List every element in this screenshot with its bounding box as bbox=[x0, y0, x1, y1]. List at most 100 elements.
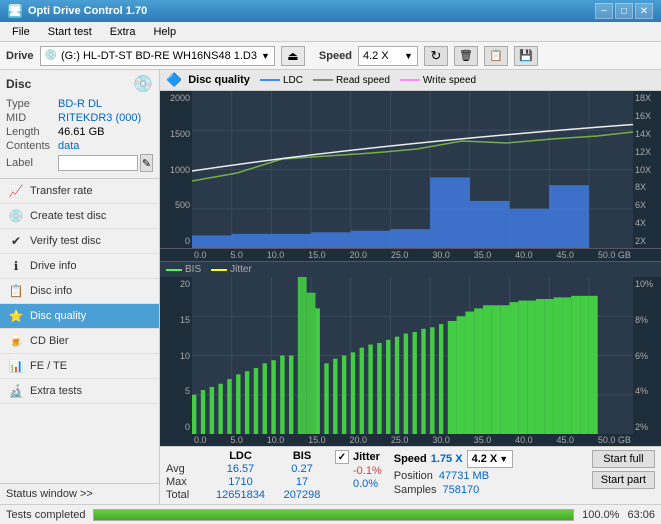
ldc-chart: 2000 1500 1000 500 0 bbox=[160, 91, 661, 249]
bottom-statusbar: Tests completed 100.0% 63:06 bbox=[0, 504, 661, 524]
copy-button[interactable]: 📋 bbox=[484, 46, 508, 66]
legend-write-speed-label: Write speed bbox=[423, 75, 476, 86]
save-button[interactable]: 💾 bbox=[514, 46, 538, 66]
speed-stat-select-value: 4.2 X bbox=[472, 453, 498, 465]
start-part-button[interactable]: Start part bbox=[592, 471, 655, 489]
ldc-x-0: 0.0 bbox=[194, 250, 207, 260]
ldc-x-35: 35.0 bbox=[474, 250, 492, 260]
sidebar-item-extra-tests[interactable]: 🔬 Extra tests bbox=[0, 379, 159, 404]
sidebar-item-disc-quality[interactable]: ⭐ Disc quality bbox=[0, 304, 159, 329]
bis-yaxis-20: 20 bbox=[180, 279, 190, 289]
speed-selector[interactable]: 4.2 X ▼ bbox=[358, 46, 418, 66]
progress-bar-container bbox=[93, 509, 574, 521]
elapsed-time: 63:06 bbox=[627, 509, 655, 521]
ldc-yaxis-r-6x: 6X bbox=[635, 200, 646, 210]
sidebar-item-create-test-disc[interactable]: 💿 Create test disc bbox=[0, 204, 159, 229]
minimize-button[interactable]: − bbox=[595, 3, 613, 19]
close-button[interactable]: ✕ bbox=[635, 3, 653, 19]
speed-value: 4.2 X bbox=[363, 50, 389, 62]
progress-bar-fill bbox=[94, 510, 573, 520]
sidebar-item-cd-bier[interactable]: 🍺 CD Bier bbox=[0, 329, 159, 354]
sidebar-item-verify-test-disc[interactable]: ✔ Verify test disc bbox=[0, 229, 159, 254]
ldc-x-20: 20.0 bbox=[350, 250, 368, 260]
sidebar-item-fe-te-label: FE / TE bbox=[30, 360, 67, 372]
legend-ldc-label: LDC bbox=[283, 75, 303, 86]
drive-info-icon: ℹ bbox=[8, 259, 24, 273]
cd-bier-icon: 🍺 bbox=[8, 334, 24, 348]
disc-label-input[interactable] bbox=[58, 155, 138, 171]
ldc-x-30: 30.0 bbox=[432, 250, 450, 260]
bis-yaxis-r-8: 8% bbox=[635, 315, 648, 325]
status-text: Tests completed bbox=[6, 509, 85, 521]
legend-ldc-line bbox=[260, 79, 280, 81]
bis-x-35: 35.0 bbox=[474, 435, 492, 445]
ldc-yaxis-r-2x: 2X bbox=[635, 236, 646, 246]
ldc-yaxis-500: 500 bbox=[175, 200, 190, 210]
legend-read-speed-label: Read speed bbox=[336, 75, 390, 86]
disc-length-value: 46.61 GB bbox=[58, 126, 104, 138]
bis-x-10: 10.0 bbox=[267, 435, 285, 445]
menubar: File Start test Extra Help bbox=[0, 22, 661, 42]
start-full-button[interactable]: Start full bbox=[592, 450, 655, 468]
sidebar-item-verify-test-disc-label: Verify test disc bbox=[30, 235, 101, 247]
erase-button[interactable]: 🗑 bbox=[454, 46, 478, 66]
sidebar-item-disc-info[interactable]: 📋 Disc info bbox=[0, 279, 159, 304]
ldc-xaxis: 0.0 5.0 10.0 15.0 20.0 25.0 30.0 35.0 40… bbox=[160, 249, 661, 262]
legend-read-speed: Read speed bbox=[313, 75, 390, 86]
sidebar-item-disc-quality-label: Disc quality bbox=[30, 310, 86, 322]
drive-label: Drive bbox=[6, 50, 34, 62]
position-value: 47731 MB bbox=[439, 470, 489, 482]
sidebar-item-drive-info[interactable]: ℹ Drive info bbox=[0, 254, 159, 279]
disc-quality-icon: ⭐ bbox=[8, 309, 24, 323]
menu-start-test[interactable]: Start test bbox=[40, 24, 100, 40]
samples-label: Samples bbox=[394, 484, 437, 496]
menu-help[interactable]: Help bbox=[145, 24, 184, 40]
content-area: 🔷 Disc quality LDC Read speed Write spee… bbox=[160, 70, 661, 504]
sidebar: Disc 💿 Type BD-R DL MID RITEKDR3 (000) L… bbox=[0, 70, 160, 504]
ldc-x-10: 10.0 bbox=[267, 250, 285, 260]
bis-x-40: 40.0 bbox=[515, 435, 533, 445]
legend-write-speed-line bbox=[400, 79, 420, 81]
drive-eject-button[interactable]: ⏏ bbox=[281, 46, 305, 66]
extra-tests-icon: 🔬 bbox=[8, 384, 24, 398]
ldc-yaxis-1000: 1000 bbox=[170, 165, 190, 175]
jitter-checkbox[interactable]: ✓ bbox=[335, 450, 349, 464]
ldc-yaxis-r-4x: 4X bbox=[635, 218, 646, 228]
progress-percent: 100.0% bbox=[582, 509, 619, 521]
status-window-button[interactable]: Status window >> bbox=[0, 483, 159, 504]
position-label: Position bbox=[394, 470, 433, 482]
action-buttons: Start full Start part bbox=[592, 450, 655, 489]
ldc-yaxis-1500: 1500 bbox=[170, 129, 190, 139]
samples-value: 758170 bbox=[443, 484, 480, 496]
sidebar-item-transfer-rate[interactable]: 📈 Transfer rate bbox=[0, 179, 159, 204]
disc-label-edit-button[interactable]: ✎ bbox=[140, 154, 153, 172]
speed-stat-selector[interactable]: 4.2 X ▼ bbox=[467, 450, 514, 468]
ldc-yaxis-r-10x: 10X bbox=[635, 165, 651, 175]
bis-yaxis-r-4: 4% bbox=[635, 386, 648, 396]
bis-xaxis: 0.0 5.0 10.0 15.0 20.0 25.0 30.0 35.0 40… bbox=[160, 434, 661, 446]
titlebar: 🖥 Opti Drive Control 1.70 − □ ✕ bbox=[0, 0, 661, 22]
disc-panel-icon: 💿 bbox=[133, 74, 153, 94]
bis-x-45: 45.0 bbox=[556, 435, 574, 445]
drive-selector[interactable]: 💿 (G:) HL-DT-ST BD-RE WH16NS48 1.D3 ▼ bbox=[40, 46, 275, 66]
speed-stat-dropdown-icon: ▼ bbox=[499, 454, 508, 464]
ldc-x-45: 45.0 bbox=[556, 250, 574, 260]
stats-bar: LDC BIS Avg 16.57 0.27 Max 1710 17 Tot bbox=[160, 446, 661, 504]
bis-x-25: 25.0 bbox=[391, 435, 409, 445]
disc-panel-title: Disc bbox=[6, 77, 31, 91]
stats-max-label: Max bbox=[166, 476, 204, 488]
sidebar-item-drive-info-label: Drive info bbox=[30, 260, 76, 272]
sidebar-item-fe-te[interactable]: 📊 FE / TE bbox=[0, 354, 159, 379]
menu-file[interactable]: File bbox=[4, 24, 38, 40]
sidebar-nav: 📈 Transfer rate 💿 Create test disc ✔ Ver… bbox=[0, 179, 159, 483]
maximize-button[interactable]: □ bbox=[615, 3, 633, 19]
disc-quality-header-icon: 🔷 bbox=[166, 72, 182, 88]
bis-x-5: 5.0 bbox=[230, 435, 243, 445]
legend-read-speed-line bbox=[313, 79, 333, 81]
disc-info-icon: 📋 bbox=[8, 284, 24, 298]
menu-extra[interactable]: Extra bbox=[102, 24, 144, 40]
ldc-x-50: 50.0 GB bbox=[598, 250, 631, 260]
titlebar-left: 🖥 Opti Drive Control 1.70 bbox=[8, 4, 147, 18]
main-layout: Disc 💿 Type BD-R DL MID RITEKDR3 (000) L… bbox=[0, 70, 661, 504]
refresh-button[interactable]: ↻ bbox=[424, 46, 448, 66]
